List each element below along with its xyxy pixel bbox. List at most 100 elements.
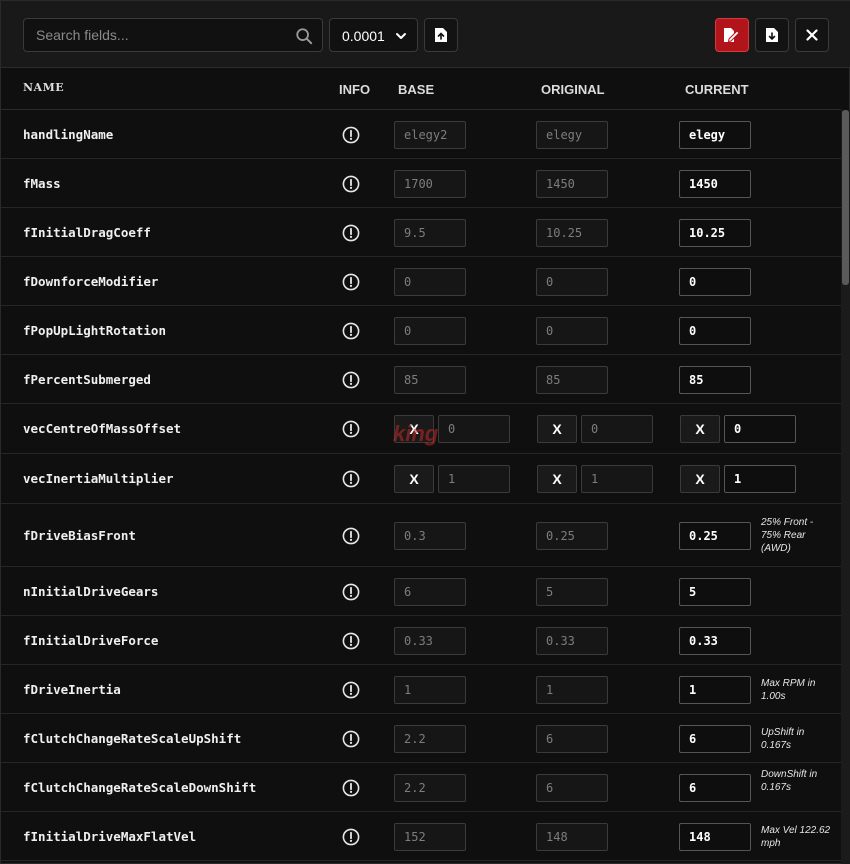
- base-value-field: 2.2: [394, 724, 466, 753]
- current-value-field[interactable]: 85: [679, 365, 751, 394]
- column-header-info: INFO: [339, 82, 371, 97]
- base-value-field: 0.33: [394, 626, 466, 655]
- axis-toggle-button[interactable]: X: [537, 465, 577, 493]
- base-value-field: 2.2: [394, 773, 466, 802]
- file-upload-icon: [435, 28, 447, 42]
- current-value-field[interactable]: 0.25: [679, 521, 751, 550]
- info-icon[interactable]: [342, 224, 360, 242]
- info-icon[interactable]: [342, 175, 360, 193]
- edit-file-icon: [724, 28, 740, 43]
- axis-toggle-button[interactable]: X: [537, 415, 577, 443]
- export-button[interactable]: [755, 18, 789, 52]
- current-value-field[interactable]: 1450: [679, 169, 751, 198]
- close-button[interactable]: [795, 18, 829, 52]
- edit-button[interactable]: [715, 18, 749, 52]
- value-note: DownShift in 0.167s: [761, 769, 818, 793]
- precision-select[interactable]: 0.0001: [329, 18, 418, 52]
- info-icon[interactable]: [342, 730, 360, 748]
- info-icon[interactable]: [342, 322, 360, 340]
- current-value-field[interactable]: 148: [679, 822, 751, 851]
- field-name: fDriveInertia: [23, 681, 121, 697]
- current-value-field[interactable]: 0: [679, 267, 751, 296]
- current-value-field[interactable]: 0.33: [679, 626, 751, 655]
- current-value-field[interactable]: 0: [679, 316, 751, 345]
- table-row: fInitialDriveMaxFlatVel 152 148 148 Max Vel …: [1, 812, 841, 861]
- current-value-field[interactable]: 0: [724, 415, 796, 443]
- current-value-field[interactable]: 1: [724, 465, 796, 493]
- current-value-field[interactable]: 6: [679, 773, 751, 802]
- table-row: handlingName elegy2 elegy elegy: [1, 110, 841, 159]
- current-value-field[interactable]: elegy: [679, 120, 751, 149]
- axis-toggle-button[interactable]: X: [394, 465, 434, 493]
- search-box[interactable]: [23, 18, 323, 52]
- base-value-field: 85: [394, 365, 466, 394]
- info-icon[interactable]: [342, 779, 360, 797]
- info-icon[interactable]: [342, 583, 360, 601]
- info-icon[interactable]: [342, 371, 360, 389]
- table-header: NAME INFO BASE ORIGINAL CURRENT: [1, 68, 841, 110]
- base-value-field: 1: [438, 465, 510, 493]
- field-name: nInitialDriveGears: [23, 583, 159, 599]
- table-row: vecInertiaMultiplier X 1 X 1 X 1: [1, 454, 841, 504]
- current-value-field[interactable]: 1: [679, 675, 751, 704]
- value-note: Max Vel 122.62 mph: [761, 824, 831, 849]
- current-value-field[interactable]: 10.25: [679, 218, 751, 247]
- info-icon[interactable]: [342, 420, 360, 438]
- scrollbar-thumb[interactable]: [842, 110, 849, 285]
- info-icon[interactable]: [342, 681, 360, 699]
- current-value-field[interactable]: 6: [679, 724, 751, 753]
- info-icon[interactable]: [342, 470, 360, 488]
- original-value-field: 0: [536, 316, 608, 345]
- base-value-field: 0: [394, 267, 466, 296]
- original-value-field: 1450: [536, 169, 608, 198]
- table-row: fInitialDragCoeff 9.5 10.25 10.25: [1, 208, 841, 257]
- info-icon[interactable]: [342, 527, 360, 545]
- field-name: fPopUpLightRotation: [23, 322, 166, 338]
- current-value-field[interactable]: 5: [679, 577, 751, 606]
- value-note: 25% Front - 75% Rear (AWD): [761, 517, 814, 554]
- original-value-field: 5: [536, 577, 608, 606]
- chevron-down-icon: [396, 33, 406, 39]
- field-name: fPercentSubmerged: [23, 371, 151, 387]
- table-row: fPercentSubmerged 85 85 85: [1, 355, 841, 404]
- field-name: fDriveBiasFront: [23, 527, 136, 543]
- original-value-field: 0: [581, 415, 653, 443]
- field-name: fDownforceModifier: [23, 273, 159, 289]
- original-value-field: 148: [536, 822, 608, 851]
- info-icon[interactable]: [342, 828, 360, 846]
- field-name: fClutchChangeRateScaleUpShift: [23, 730, 242, 746]
- close-icon: [806, 29, 818, 41]
- search-icon[interactable]: [295, 27, 313, 45]
- value-note: Max RPM in 1.00s: [761, 677, 816, 702]
- info-icon[interactable]: [342, 632, 360, 650]
- field-name: fInitialDriveMaxFlatVel: [23, 828, 197, 844]
- table-row: fDriveInertia 1 1 1 Max RPM in 1.00s: [1, 665, 841, 714]
- original-value-field: 85: [536, 365, 608, 394]
- base-value-field: 0.3: [394, 521, 466, 550]
- watermark: king: [393, 421, 439, 446]
- column-header-current: CURRENT: [685, 82, 749, 97]
- original-value-field: 0: [536, 267, 608, 296]
- field-name: fInitialDriveForce: [23, 632, 159, 648]
- base-value-field: 152: [394, 822, 466, 851]
- table-row: fClutchChangeRateScaleUpShift 2.2 6 6 UpShif…: [1, 714, 841, 763]
- field-name: fMass: [23, 175, 61, 191]
- info-icon[interactable]: [342, 126, 360, 144]
- column-header-name: NAME: [23, 81, 65, 94]
- precision-value: 0.0001: [342, 28, 385, 44]
- import-button[interactable]: [424, 18, 458, 52]
- base-value-field: elegy2: [394, 120, 466, 149]
- info-icon[interactable]: [342, 273, 360, 291]
- base-value-field: 1: [394, 675, 466, 704]
- base-value-field: 9.5: [394, 218, 466, 247]
- axis-toggle-button[interactable]: X: [680, 465, 720, 493]
- file-download-icon: [766, 28, 778, 42]
- field-name: vecInertiaMultiplier: [23, 471, 174, 486]
- original-value-field: 0.25: [536, 521, 608, 550]
- handling-editor-panel: 0.0001: [0, 0, 850, 864]
- toolbar: 0.0001: [1, 1, 850, 68]
- column-header-base: BASE: [398, 82, 435, 97]
- axis-toggle-button[interactable]: X: [680, 415, 720, 443]
- search-input[interactable]: [24, 19, 289, 51]
- table-row: fClutchChangeRateScaleDownShift 2.2 6 6 Down…: [1, 763, 841, 812]
